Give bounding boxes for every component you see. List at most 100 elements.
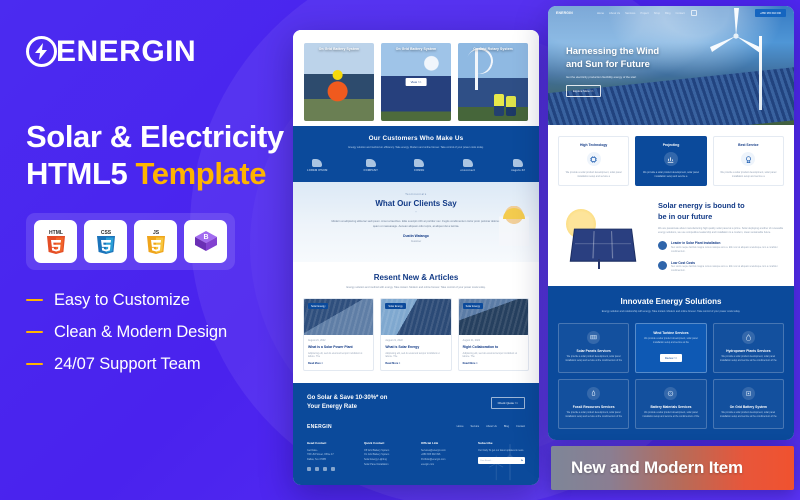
product-card: On Grid Battery System bbox=[304, 43, 374, 121]
headline-line-1: Solar & Electricity bbox=[26, 119, 284, 154]
news-excerpt: Adipiscing elit, sed do eiusmod tempor i… bbox=[308, 351, 363, 359]
service-card[interactable]: Solar Panels Services We provide a solar… bbox=[558, 323, 630, 373]
footer-column: Head Contact Get Data - 706 LBJ Street, … bbox=[307, 441, 354, 471]
social-icons[interactable] bbox=[307, 466, 354, 471]
hero-title-line-1: Harnessing the Wind bbox=[566, 45, 660, 56]
services-subtitle: Energy solution and relationship with en… bbox=[601, 309, 741, 313]
testimonial-eyebrow: Testimonials bbox=[405, 193, 427, 196]
feature-list: Easy to Customize Clean & Modern Design … bbox=[26, 291, 292, 374]
feature-card-text: We provide a solar product development, … bbox=[643, 171, 699, 179]
footer-logo: ENERGIN bbox=[307, 423, 332, 430]
css3-icon: CSS bbox=[84, 219, 127, 263]
news-card[interactable]: Solar Energy August 21, 2022 What is a S… bbox=[303, 298, 375, 372]
feature-item: 24/07 Support Team bbox=[26, 355, 292, 374]
testimonial-photo bbox=[499, 206, 529, 246]
customer-logo-label: LOREM IPSUM bbox=[307, 169, 328, 172]
service-card[interactable]: Battery Materials Services We provide a … bbox=[635, 378, 707, 429]
view-button[interactable]: View >> bbox=[405, 78, 427, 86]
news-date: August 21, 2022 bbox=[385, 339, 403, 343]
product-card-caption: On Grid Rotary System bbox=[473, 47, 513, 51]
cta-banner: Go Solar & Save 10-30%* on Your Energy R… bbox=[293, 383, 539, 420]
hero-explore-button[interactable]: Explore More >> bbox=[566, 85, 601, 98]
chip-icon bbox=[586, 152, 601, 166]
hero-subtitle: Get the electricity production flexibili… bbox=[566, 75, 637, 80]
customer-logo-label: COMPANY bbox=[363, 169, 378, 172]
read-more-link[interactable]: Read More > bbox=[308, 362, 369, 365]
news-thumbnail: Solar Energy bbox=[304, 299, 374, 336]
svg-text:CSS: CSS bbox=[100, 230, 111, 236]
customer-logo: COMPANY bbox=[364, 159, 378, 172]
nav-link-contact[interactable]: Contact bbox=[675, 12, 684, 15]
footer-link[interactable]: Solar Panel Installation bbox=[364, 463, 411, 468]
bootstrap-icon: B bbox=[184, 219, 227, 263]
solar-panel-graphic bbox=[569, 228, 637, 262]
footer-nav-item[interactable]: Service bbox=[471, 425, 480, 428]
new-item-banner: New and Modern Item bbox=[551, 446, 794, 490]
customer-logo: LOREM IPSUM bbox=[307, 159, 328, 172]
footer-nav-item[interactable]: Home bbox=[457, 425, 464, 428]
solar-panel-icon bbox=[587, 331, 601, 345]
footer-link[interactable]: energin.com bbox=[421, 463, 468, 468]
solar-benefit-title: Leader in Solar Plant Installation bbox=[671, 241, 721, 246]
feature-card-title: Best Service bbox=[738, 143, 759, 147]
service-card-title: Solar Panels Services bbox=[576, 349, 611, 354]
news-excerpt: Adipiscing elit, sed do eiusmod tempor i… bbox=[462, 351, 518, 359]
solar-panel-stand bbox=[598, 258, 600, 269]
solar-panel-photo: View >> bbox=[381, 43, 451, 121]
feature-card[interactable]: High Technology We provide a solar produ… bbox=[558, 136, 630, 187]
footer-nav-item[interactable]: About Us bbox=[486, 425, 497, 428]
solar-benefit-text: Nec sociis neque facilisis magna cursus … bbox=[671, 246, 778, 253]
nav-phone-button[interactable]: +880 365 692 096 bbox=[755, 9, 786, 17]
news-headline: What is a Solar Power Plant bbox=[308, 344, 353, 349]
twitter-icon bbox=[315, 466, 319, 471]
hero-section: ENERGIN Home About Us Services Project S… bbox=[548, 6, 794, 125]
worker-figure bbox=[494, 94, 505, 117]
nav-link-shop[interactable]: Shop bbox=[654, 12, 660, 15]
service-card-text: We provide a solar product development, … bbox=[642, 411, 700, 418]
feature-card[interactable]: Projecting We provide a solar product de… bbox=[635, 136, 707, 187]
service-card[interactable]: On Grid Battery System We provide a sola… bbox=[712, 378, 784, 429]
nav-link-about[interactable]: About Us bbox=[609, 12, 620, 15]
news-card-row: Solar Energy August 21, 2022 What is a S… bbox=[303, 298, 529, 372]
news-thumbnail: Solar Energy bbox=[458, 299, 528, 336]
feature-item: Clean & Modern Design bbox=[26, 323, 292, 342]
footer-nav-item[interactable]: Contact bbox=[516, 425, 525, 428]
news-card[interactable]: Solar Energy August 21, 2022 What is Sol… bbox=[380, 298, 452, 372]
fossil-icon bbox=[587, 386, 601, 400]
turbine-photo bbox=[458, 43, 528, 121]
news-card[interactable]: Solar Energy August 21, 2022 Right Colla… bbox=[457, 298, 529, 372]
service-card[interactable]: Wind Turbine Services We provide a solar… bbox=[635, 323, 707, 373]
footer-nav: Home Service About Us Blog Contact bbox=[457, 425, 525, 428]
check-quote-button[interactable]: Check Quote >> bbox=[490, 396, 525, 409]
cta-title-line-2: Your Energy Rate bbox=[307, 403, 357, 410]
read-more-link[interactable]: Read More > bbox=[385, 362, 446, 365]
nav-link-home[interactable]: Home bbox=[597, 12, 604, 15]
service-card[interactable]: Fossil Resources Services We provide a s… bbox=[558, 378, 630, 429]
feature-card[interactable]: Best Service We provide a solar product … bbox=[712, 136, 784, 187]
nav-links: Home About Us Services Project Shop Blog… bbox=[597, 12, 685, 15]
customer-logo-label: CONNE bbox=[414, 169, 425, 172]
windmill-decoration-icon bbox=[489, 443, 521, 480]
feature-card-text: We provide a solar product development, … bbox=[720, 171, 777, 179]
cta-title-line-1: Go Solar & Save 10-30%* on bbox=[307, 395, 388, 402]
nav-link-services[interactable]: Services bbox=[625, 12, 635, 15]
battery-icon bbox=[664, 386, 678, 400]
instagram-icon bbox=[323, 466, 327, 471]
nav-link-project[interactable]: Project bbox=[640, 12, 648, 15]
service-review-button[interactable]: Review >> bbox=[659, 354, 683, 363]
read-more-link[interactable]: Read More > bbox=[463, 362, 524, 365]
footer-nav-item[interactable]: Blog bbox=[504, 425, 509, 428]
testimonial-section: Testimonials What Our Clients Say ” Mode… bbox=[293, 182, 539, 262]
service-card-text: We provide a solar product development, … bbox=[565, 356, 623, 362]
right-mockup-preview: ENERGIN Home About Us Services Project S… bbox=[548, 6, 794, 440]
search-icon[interactable] bbox=[690, 10, 697, 16]
service-card[interactable]: Hydropower Plants Services We provide a … bbox=[712, 323, 784, 373]
news-date: August 21, 2022 bbox=[308, 339, 326, 343]
grid-battery-icon bbox=[741, 386, 755, 400]
nav-link-blog[interactable]: Blog bbox=[665, 12, 670, 15]
hero-title-line-2: and Sun for Future bbox=[566, 58, 650, 70]
worker-figure bbox=[505, 96, 516, 117]
promo-stage: ENERGIN Solar & Electricity HTML5 Templa… bbox=[0, 0, 800, 500]
footer-column-heading: Official Link bbox=[421, 440, 439, 445]
solar-info-section: Solar energy is bound to be in our futur… bbox=[548, 197, 794, 286]
